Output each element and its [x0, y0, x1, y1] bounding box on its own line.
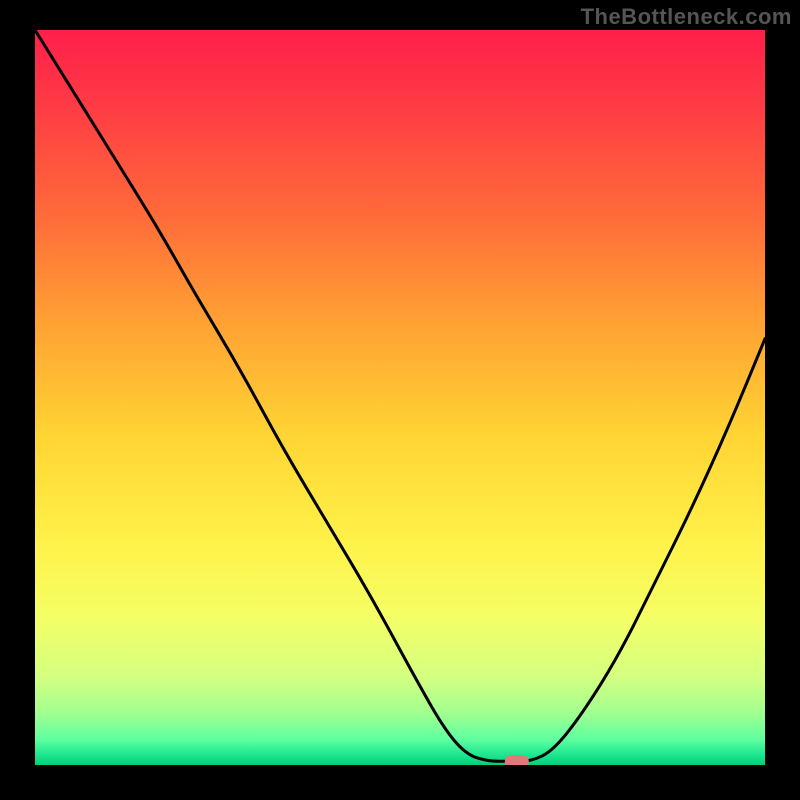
- marker-point: [505, 755, 529, 765]
- chart-svg: [35, 30, 765, 765]
- gradient-background: [35, 30, 765, 765]
- watermark-text: TheBottleneck.com: [581, 4, 792, 30]
- chart-frame: TheBottleneck.com: [0, 0, 800, 800]
- plot-area: [35, 30, 765, 765]
